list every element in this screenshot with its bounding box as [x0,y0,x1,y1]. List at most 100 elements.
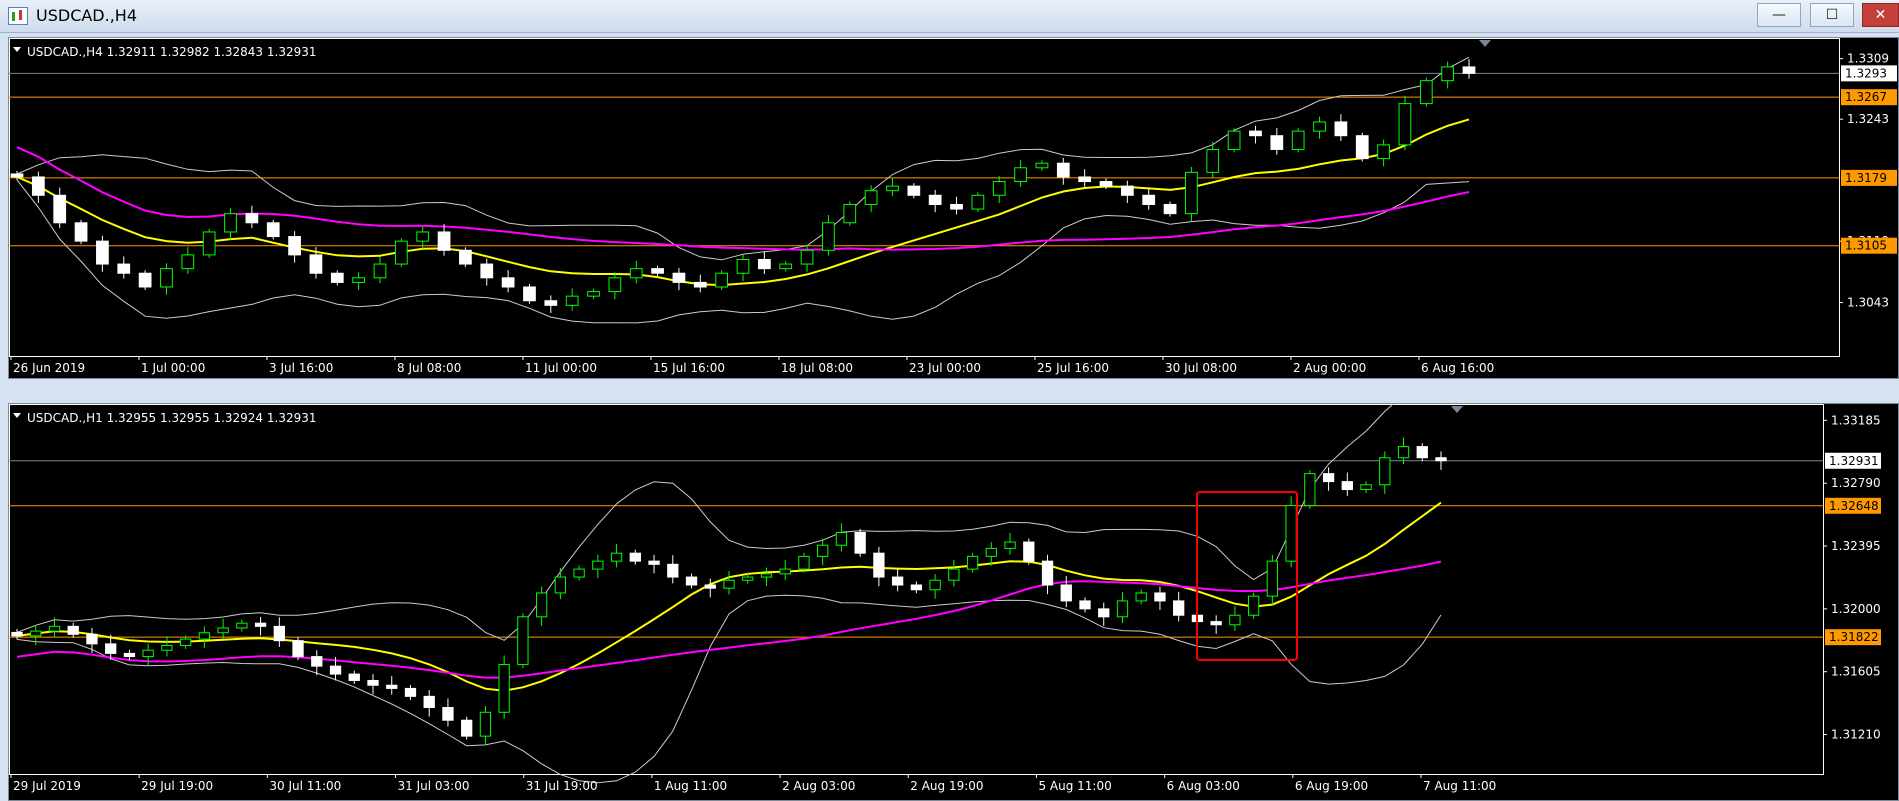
h4-candle[interactable] [629,260,643,284]
h4-candle[interactable] [886,178,899,197]
h4-candle[interactable] [608,272,622,300]
h4-candle[interactable] [480,258,494,286]
maximize-button[interactable]: ☐ [1810,3,1854,27]
h1-candle[interactable] [123,649,136,661]
h4-candle[interactable] [373,256,387,284]
h1-candle[interactable] [1304,470,1316,509]
h4-candle[interactable] [1078,169,1092,187]
h1-candle[interactable] [67,622,79,638]
h1-candle[interactable] [142,643,154,666]
h4-candle[interactable] [992,176,1006,204]
h1-candle[interactable] [723,571,735,595]
h4-candle[interactable] [1035,160,1049,171]
breakout-highlight-box[interactable] [1196,491,1298,661]
h4-candle[interactable] [1377,139,1390,167]
h1-candle[interactable] [11,628,23,640]
h4-candle[interactable] [971,192,985,213]
h4-candle[interactable] [565,288,579,311]
h1-candle[interactable] [423,690,435,717]
h1-candle[interactable] [1285,496,1297,568]
h4-candle[interactable] [1185,167,1198,222]
h4-header-dropdown-icon[interactable] [13,47,21,52]
h1-candle[interactable] [1397,437,1410,465]
h4-candle[interactable] [1249,125,1262,144]
h1-candle[interactable] [1004,532,1016,555]
h4-candle[interactable] [1398,95,1412,151]
h1-candle[interactable] [479,705,492,746]
h4-candle[interactable] [1120,180,1134,204]
h1-candle[interactable] [1173,591,1185,622]
h1-candle[interactable] [1360,481,1372,494]
h4-shift-marker[interactable] [1479,40,1491,47]
h1-candle[interactable] [929,573,941,599]
h1-candle[interactable] [648,554,660,574]
h1-candle[interactable] [1341,472,1353,496]
h4-candle[interactable] [1419,77,1433,107]
h4-candle[interactable] [1056,157,1070,185]
h1-candle[interactable] [254,616,267,636]
h4-candle[interactable] [928,189,942,213]
h1-candle[interactable] [966,552,979,573]
h4-candle[interactable] [352,272,366,291]
h1-candle[interactable] [1135,589,1147,605]
h4-candle[interactable] [693,274,707,293]
h4-candle[interactable] [501,270,515,293]
h1-candle[interactable] [1041,554,1054,595]
h1-candle[interactable] [1266,554,1279,606]
h4-candle[interactable] [757,251,771,275]
h1-candle[interactable] [1322,467,1335,491]
h1-candle[interactable] [273,617,285,647]
h1-candle[interactable] [910,581,923,594]
chart-panel-h1[interactable]: USDCAD.,H1 1.32955 1.32955 1.32924 1.329… [8,403,1899,801]
h4-candle[interactable] [651,265,664,277]
h1-shift-marker[interactable] [1451,406,1463,413]
h4-candle[interactable] [181,247,195,275]
h1-candle[interactable] [1154,586,1166,611]
h4-candle[interactable] [74,219,88,245]
h1-candle[interactable] [760,567,773,587]
h4-candle[interactable] [907,183,921,199]
h1-candle[interactable] [1247,592,1260,619]
h1-candle[interactable] [891,567,904,592]
h1-candle[interactable] [498,655,510,719]
h1-candle[interactable] [86,628,98,653]
h4-candle[interactable] [1014,160,1027,187]
h4-candle[interactable] [138,270,152,290]
h4-candle[interactable] [1270,127,1284,155]
h1-candle[interactable] [198,626,211,649]
h4-candle[interactable] [96,235,109,272]
h4-candle[interactable] [266,219,280,240]
h1-candle[interactable] [1379,451,1391,494]
h1-candle[interactable] [517,613,529,669]
h4-candle[interactable] [1227,128,1241,153]
h1-candle[interactable] [535,586,548,626]
h1-candle[interactable] [592,554,604,579]
h4-candle[interactable] [1462,59,1476,79]
h4-candle[interactable] [1441,61,1455,89]
h1-candle[interactable] [985,542,997,566]
h1-candle[interactable] [236,619,248,632]
h1-candle[interactable] [629,549,641,565]
chart-h1-canvas[interactable]: USDCAD.,H1 1.32955 1.32955 1.32924 1.329… [9,404,1899,801]
h4-candle[interactable] [523,284,536,304]
h1-candle[interactable] [854,529,866,557]
h1-candle[interactable] [367,674,379,695]
h4-candle[interactable] [544,295,558,314]
h1-candle[interactable] [292,637,304,661]
h4-candle[interactable] [202,228,216,258]
h1-candle[interactable] [1060,575,1072,608]
h4-candle[interactable] [394,238,408,268]
h4-candle[interactable] [437,224,451,256]
h4-candle[interactable] [822,215,835,256]
h1-candle[interactable] [217,618,229,640]
h4-candle[interactable] [53,187,67,229]
h4-candle[interactable] [1206,141,1220,178]
h1-candle[interactable] [704,578,716,598]
h1-candle[interactable] [1098,602,1110,626]
h1-candle[interactable] [1229,606,1241,632]
h1-candle[interactable] [1435,451,1447,470]
h4-candle[interactable] [950,196,963,215]
h1-candle[interactable] [1116,591,1129,624]
h1-candle[interactable] [461,716,473,740]
h4-candle[interactable] [864,185,878,213]
